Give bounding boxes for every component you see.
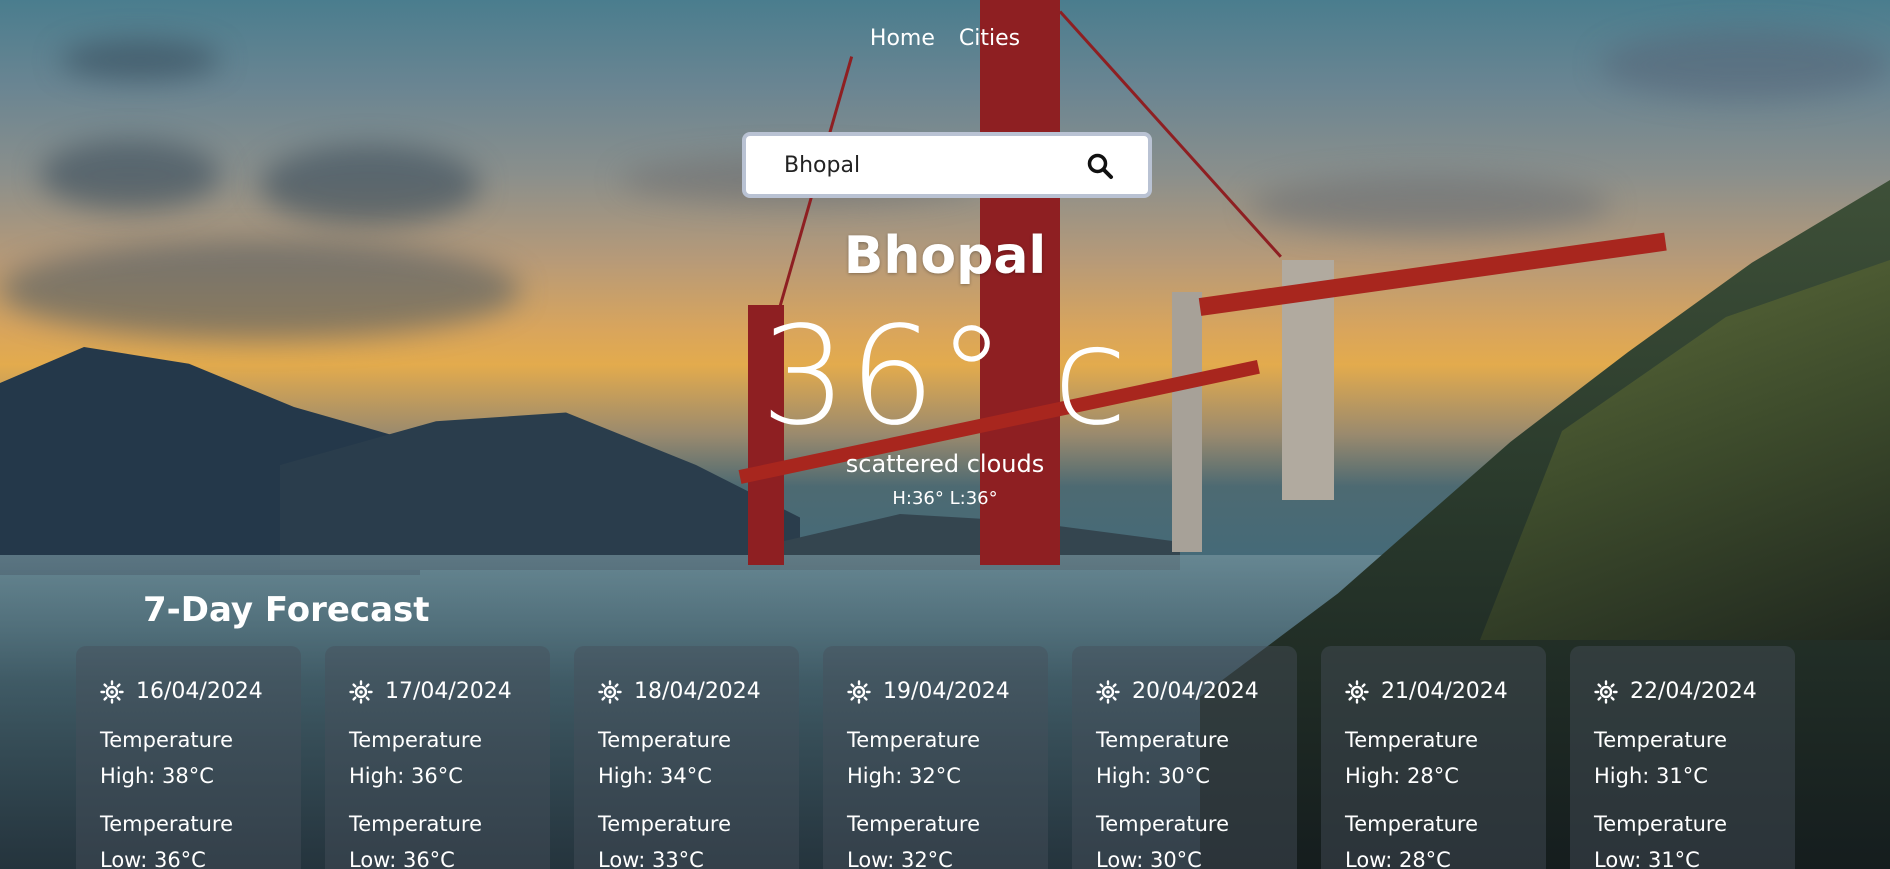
- low-temperature-block: Temperature Low: 36°C: [100, 806, 277, 869]
- high-temperature-label: Temperature: [1096, 728, 1230, 752]
- forecast-date-row: 18/04/2024: [598, 674, 775, 710]
- forecast-date-row: 22/04/2024: [1594, 674, 1771, 710]
- forecast-card: 16/04/2024 Temperature High: 38°C Temper…: [76, 646, 301, 869]
- high-temperature-label: Temperature: [847, 728, 981, 752]
- forecast-date: 22/04/2024: [1630, 679, 1757, 704]
- sun-icon: [1096, 680, 1120, 704]
- high-temperature-value: High: 32°C: [847, 764, 961, 788]
- high-temperature-block: Temperature High: 38°C: [100, 722, 277, 794]
- low-temperature-label: Temperature: [1096, 812, 1230, 836]
- low-temperature-label: Temperature: [100, 812, 234, 836]
- sun-icon: [847, 680, 871, 704]
- low-temperature-label: Temperature: [349, 812, 483, 836]
- high-temperature-label: Temperature: [349, 728, 483, 752]
- high-temperature-block: Temperature High: 34°C: [598, 722, 775, 794]
- low-temperature-label: Temperature: [598, 812, 732, 836]
- forecast-title: 7-Day Forecast: [143, 590, 430, 630]
- high-temperature-label: Temperature: [598, 728, 732, 752]
- high-temperature-value: High: 31°C: [1594, 764, 1708, 788]
- forecast-card: 17/04/2024 Temperature High: 36°C Temper…: [325, 646, 550, 869]
- forecast-date-row: 19/04/2024: [847, 674, 1024, 710]
- high-temperature-value: High: 28°C: [1345, 764, 1459, 788]
- sun-icon: [100, 680, 124, 704]
- forecast-date-row: 16/04/2024: [100, 674, 277, 710]
- high-temperature-block: Temperature High: 32°C: [847, 722, 1024, 794]
- high-temperature-value: High: 36°C: [349, 764, 463, 788]
- low-temperature-value: Low: 28°C: [1345, 848, 1451, 869]
- forecast-date-row: 21/04/2024: [1345, 674, 1522, 710]
- low-temperature-value: Low: 36°C: [349, 848, 455, 869]
- low-temperature-block: Temperature Low: 33°C: [598, 806, 775, 869]
- low-temperature-label: Temperature: [847, 812, 981, 836]
- forecast-date: 21/04/2024: [1381, 679, 1508, 704]
- top-nav: Home Cities: [0, 26, 1890, 51]
- forecast-card: 22/04/2024 Temperature High: 31°C Temper…: [1570, 646, 1795, 869]
- sun-icon: [349, 680, 373, 704]
- current-temperature: 36° c: [760, 298, 1130, 456]
- high-temperature-block: Temperature High: 31°C: [1594, 722, 1771, 794]
- low-temperature-label: Temperature: [1345, 812, 1479, 836]
- sun-icon: [1594, 680, 1618, 704]
- high-temperature-label: Temperature: [1345, 728, 1479, 752]
- forecast-date-row: 20/04/2024: [1096, 674, 1273, 710]
- low-temperature-block: Temperature Low: 28°C: [1345, 806, 1522, 869]
- low-temperature-block: Temperature Low: 32°C: [847, 806, 1024, 869]
- high-temperature-block: Temperature High: 30°C: [1096, 722, 1273, 794]
- forecast-date: 20/04/2024: [1132, 679, 1259, 704]
- forecast-date: 17/04/2024: [385, 679, 512, 704]
- city-name: Bhopal: [843, 226, 1047, 286]
- forecast-date: 16/04/2024: [136, 679, 263, 704]
- forecast-card: 21/04/2024 Temperature High: 28°C Temper…: [1321, 646, 1546, 869]
- high-temperature-label: Temperature: [100, 728, 234, 752]
- low-temperature-value: Low: 32°C: [847, 848, 953, 869]
- high-low-temperature: H:36° L:36°: [892, 488, 998, 509]
- high-temperature-value: High: 38°C: [100, 764, 214, 788]
- low-temperature-label: Temperature: [1594, 812, 1728, 836]
- low-temperature-block: Temperature Low: 36°C: [349, 806, 526, 869]
- nav-cities-link[interactable]: Cities: [959, 26, 1020, 51]
- search-icon[interactable]: [1086, 152, 1114, 180]
- forecast-card: 19/04/2024 Temperature High: 32°C Temper…: [823, 646, 1048, 869]
- low-temperature-value: Low: 36°C: [100, 848, 206, 869]
- nav-home-link[interactable]: Home: [870, 26, 935, 51]
- high-temperature-value: High: 30°C: [1096, 764, 1210, 788]
- low-temperature-value: Low: 31°C: [1594, 848, 1700, 869]
- low-temperature-value: Low: 33°C: [598, 848, 704, 869]
- low-temperature-block: Temperature Low: 30°C: [1096, 806, 1273, 869]
- sun-icon: [1345, 680, 1369, 704]
- high-temperature-label: Temperature: [1594, 728, 1728, 752]
- high-temperature-value: High: 34°C: [598, 764, 712, 788]
- forecast-card: 20/04/2024 Temperature High: 30°C Temper…: [1072, 646, 1297, 869]
- forecast-date: 19/04/2024: [883, 679, 1010, 704]
- search-box: [742, 132, 1152, 198]
- weather-description: scattered clouds: [845, 450, 1045, 478]
- low-temperature-block: Temperature Low: 31°C: [1594, 806, 1771, 869]
- sun-icon: [598, 680, 622, 704]
- forecast-date: 18/04/2024: [634, 679, 761, 704]
- forecast-cards: 16/04/2024 Temperature High: 38°C Temper…: [76, 646, 1795, 869]
- low-temperature-value: Low: 30°C: [1096, 848, 1202, 869]
- city-search-input[interactable]: [782, 151, 1066, 179]
- forecast-date-row: 17/04/2024: [349, 674, 526, 710]
- high-temperature-block: Temperature High: 28°C: [1345, 722, 1522, 794]
- high-temperature-block: Temperature High: 36°C: [349, 722, 526, 794]
- forecast-card: 18/04/2024 Temperature High: 34°C Temper…: [574, 646, 799, 869]
